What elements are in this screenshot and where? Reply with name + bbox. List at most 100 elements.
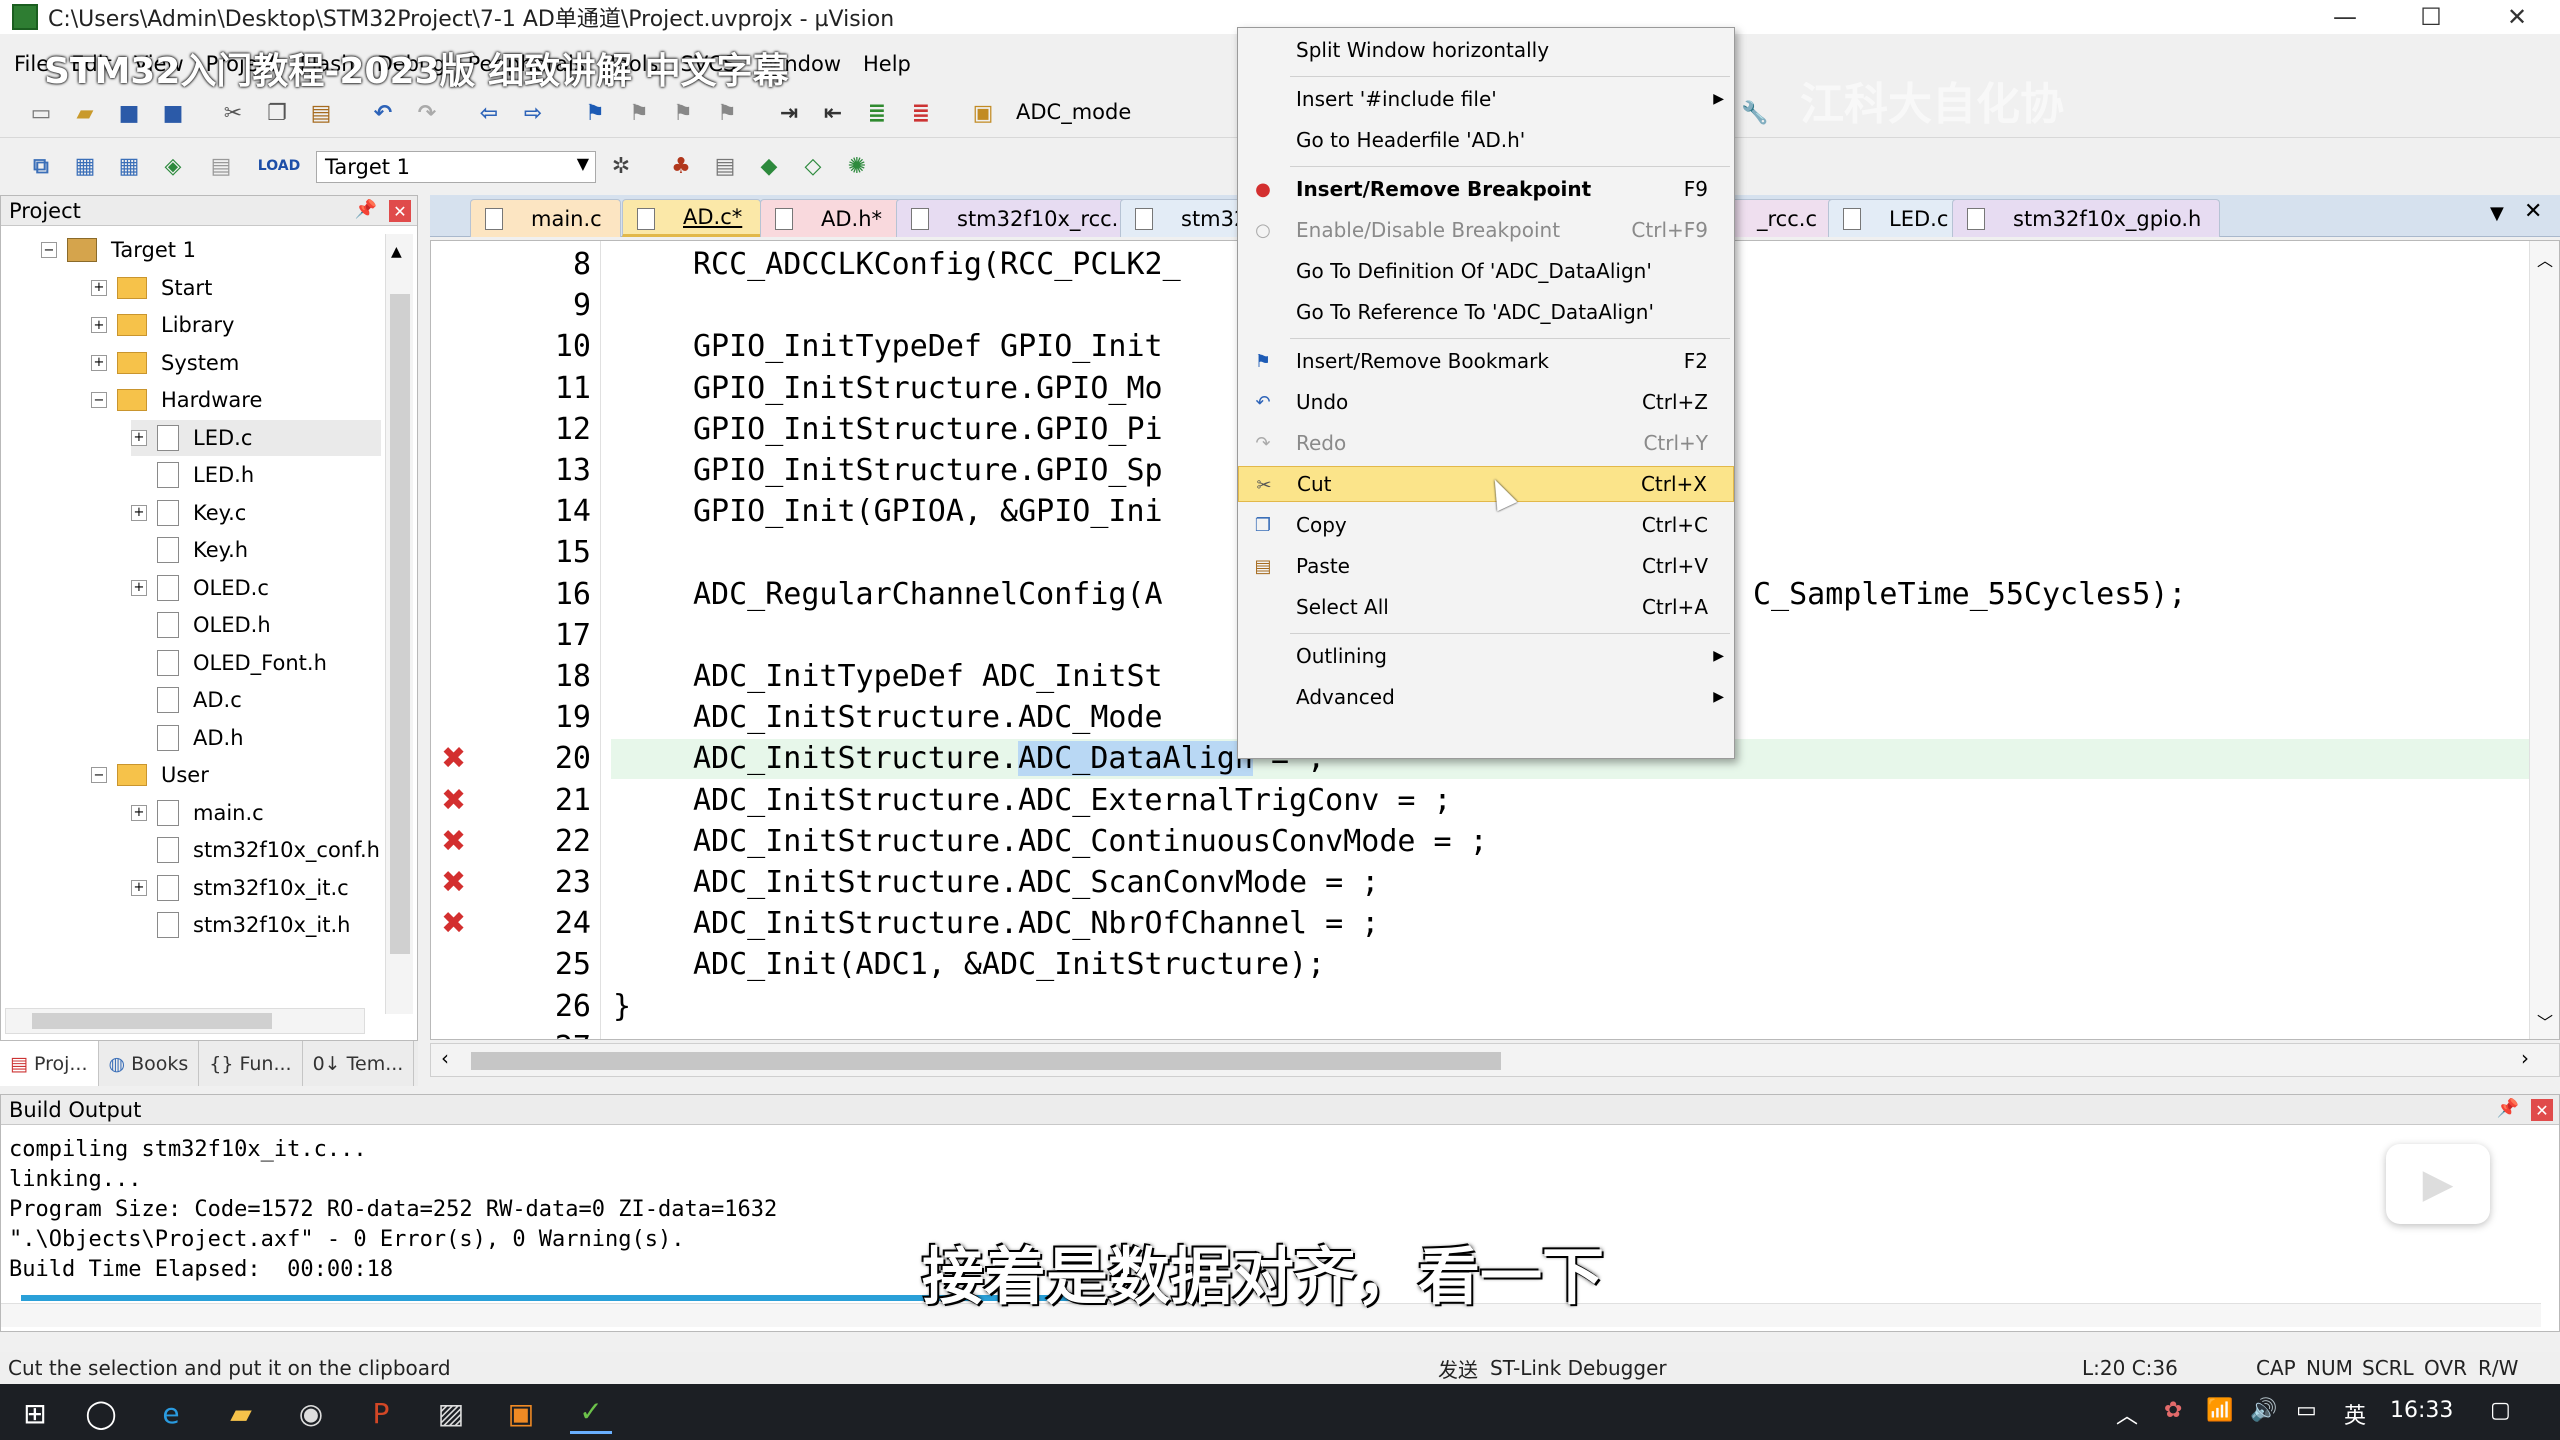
rebuild-icon[interactable]: ▦: [114, 151, 144, 181]
pin-icon[interactable]: 📌: [355, 199, 377, 220]
obs-icon[interactable]: ◉: [290, 1392, 332, 1434]
tree-item[interactable]: + System: [91, 345, 239, 381]
app-orange-icon[interactable]: ▣: [500, 1392, 542, 1434]
maximize-button[interactable]: ☐: [2388, 0, 2474, 34]
context-menu-item[interactable]: Go To Reference To 'ADC_DataAlign': [1238, 294, 1734, 330]
expand-icon[interactable]: +: [91, 317, 107, 333]
context-menu-item[interactable]: Go To Definition Of 'ADC_DataAlign': [1238, 253, 1734, 289]
tree-item[interactable]: + OLED.c: [131, 570, 269, 606]
tree-item[interactable]: stm32f10x_it.h: [131, 907, 350, 943]
battery-icon[interactable]: ▭: [2296, 1398, 2317, 1423]
code-line[interactable]: ADC_RegularChannelConfig(A C_SampleTime_5…: [693, 577, 2186, 612]
code-line[interactable]: ADC_InitStructure.ADC_ExternalTrigConv =…: [693, 783, 1452, 818]
configure-icon[interactable]: 🔧: [1740, 98, 1770, 128]
indent-icon[interactable]: ⇥: [774, 98, 804, 128]
context-menu-item[interactable]: ▤ Paste Ctrl+V: [1238, 548, 1734, 584]
context-menu-item[interactable]: Select All Ctrl+A: [1238, 589, 1734, 625]
close-panel-icon[interactable]: ✕: [389, 200, 411, 222]
run-time-environment-icon[interactable]: ◇: [798, 151, 828, 181]
tree-item[interactable]: + Start: [91, 270, 212, 306]
code-line[interactable]: GPIO_InitTypeDef GPIO_Init: [693, 329, 1163, 364]
translate-icon[interactable]: ⧉: [26, 151, 56, 181]
software-packs-icon[interactable]: ✺: [842, 151, 872, 181]
context-menu-item[interactable]: Outlining ▶: [1238, 638, 1734, 674]
code-line[interactable]: GPIO_Init(GPIOA, &GPIO_Ini: [693, 494, 1163, 529]
expand-icon[interactable]: +: [91, 279, 107, 296]
tab-stm32f10x-rcc-h[interactable]: stm32f10x_rcc.h: [896, 199, 1151, 237]
copy-icon[interactable]: ❐: [262, 98, 292, 128]
context-menu-item[interactable]: Go to Headerfile 'AD.h': [1238, 122, 1734, 158]
editor-vscrollbar[interactable]: ︿ ﹀: [2529, 241, 2559, 1039]
context-menu-item[interactable]: Insert '#include file' ▶: [1238, 81, 1734, 117]
paste-icon[interactable]: ▤: [306, 98, 336, 128]
build-icon[interactable]: ▦: [70, 151, 100, 181]
tab-ad-c[interactable]: AD.c*: [622, 199, 762, 237]
expand-icon[interactable]: +: [131, 579, 147, 596]
code-line[interactable]: GPIO_InitStructure.GPIO_Sp: [693, 453, 1163, 488]
collapse-icon[interactable]: −: [91, 767, 107, 783]
code-line[interactable]: ADC_Init(ADC1, &ADC_InitStructure);: [693, 947, 1325, 982]
tree-item[interactable]: + Key.c: [131, 495, 246, 531]
tree-item[interactable]: LED.h: [131, 457, 254, 493]
navigate-back-icon[interactable]: ⇦: [474, 98, 504, 128]
volume-icon[interactable]: 🔊: [2250, 1398, 2277, 1423]
open-folder-icon[interactable]: ▰: [70, 98, 100, 128]
pack-installer-icon[interactable]: ◆: [754, 151, 784, 181]
target-options-icon[interactable]: ✲: [606, 151, 636, 181]
code-line[interactable]: GPIO_InitStructure.GPIO_Pi: [693, 412, 1163, 447]
pin-icon[interactable]: 📌: [2497, 1098, 2519, 1119]
tab-ad-h[interactable]: AD.h*: [760, 199, 902, 237]
tab-led-c[interactable]: LED.c: [1828, 199, 1968, 237]
code-line[interactable]: ADC_InitStructure.ADC_Mode: [693, 700, 1163, 735]
redo-icon[interactable]: ↷: [412, 98, 442, 128]
editor-hscrollbar[interactable]: ‹ ›: [430, 1043, 2560, 1077]
code-line[interactable]: ADC_InitStructure.ADC_NbrOfChannel = ;: [693, 906, 1379, 941]
batch-build-icon[interactable]: ◈: [158, 151, 188, 181]
expand-icon[interactable]: +: [131, 879, 147, 896]
undo-icon[interactable]: ↶: [368, 98, 398, 128]
search-icon[interactable]: ◯: [80, 1392, 122, 1434]
clear-bookmarks-icon[interactable]: ⚑: [712, 98, 742, 128]
comment-icon[interactable]: ≣: [862, 98, 892, 128]
notification-icon[interactable]: ▢: [2490, 1398, 2511, 1423]
tree-item[interactable]: − Target 1: [41, 232, 196, 268]
expand-icon[interactable]: +: [131, 429, 147, 446]
code-line[interactable]: ADC_InitStructure.ADC_ScanConvMode = ;: [693, 865, 1379, 900]
tab-functions[interactable]: {} Fun...: [199, 1041, 303, 1086]
tree-item[interactable]: + Library: [91, 307, 234, 343]
tree-item[interactable]: AD.h: [131, 720, 244, 756]
cut-icon[interactable]: ✂: [218, 98, 248, 128]
context-menu-item[interactable]: Split Window horizontally: [1238, 32, 1734, 68]
expand-icon[interactable]: +: [131, 504, 147, 521]
new-file-icon[interactable]: ▭: [26, 98, 56, 128]
tree-item[interactable]: − User: [91, 757, 209, 793]
windows-start-icon[interactable]: ⊞: [14, 1392, 56, 1434]
next-bookmark-icon[interactable]: ⚑: [668, 98, 698, 128]
context-menu-item[interactable]: Advanced ▶: [1238, 679, 1734, 715]
tree-item[interactable]: Key.h: [131, 532, 248, 568]
project-items-icon[interactable]: ▤: [710, 151, 740, 181]
save-all-icon[interactable]: ■: [158, 98, 188, 128]
photos-icon[interactable]: ▨: [430, 1392, 472, 1434]
uvision-taskbar-icon[interactable]: ✓: [570, 1392, 612, 1434]
code-line[interactable]: RCC_ADCCLKConfig(RCC_PCLK2_: [693, 247, 1181, 282]
manage-components-icon[interactable]: ♣: [666, 151, 696, 181]
play-icon[interactable]: ▶: [2386, 1144, 2490, 1224]
expand-icon[interactable]: +: [91, 354, 107, 371]
expand-icon[interactable]: +: [131, 804, 147, 821]
collapse-icon[interactable]: −: [41, 242, 57, 258]
tree-item[interactable]: stm32f10x_conf.h: [131, 832, 380, 868]
tree-item[interactable]: OLED_Font.h: [131, 645, 327, 681]
tree-hscrollbar[interactable]: [5, 1008, 365, 1034]
find-in-files-icon[interactable]: ▣: [968, 98, 998, 128]
context-menu-item[interactable]: ● Insert/Remove Breakpoint F9: [1238, 171, 1734, 207]
find-combo-value[interactable]: ADC_mode: [1016, 100, 1131, 124]
context-menu-item[interactable]: ❐ Copy Ctrl+C: [1238, 507, 1734, 543]
minimize-button[interactable]: —: [2302, 0, 2388, 34]
collapse-icon[interactable]: −: [91, 392, 107, 408]
tab-books[interactable]: ◍ Books: [99, 1041, 200, 1086]
network-icon[interactable]: 📶: [2206, 1398, 2233, 1423]
tab-list-chevron-icon[interactable]: ▼: [2490, 203, 2504, 224]
ime-indicator[interactable]: 英: [2344, 1398, 2366, 1430]
tree-item[interactable]: AD.c: [131, 682, 242, 718]
